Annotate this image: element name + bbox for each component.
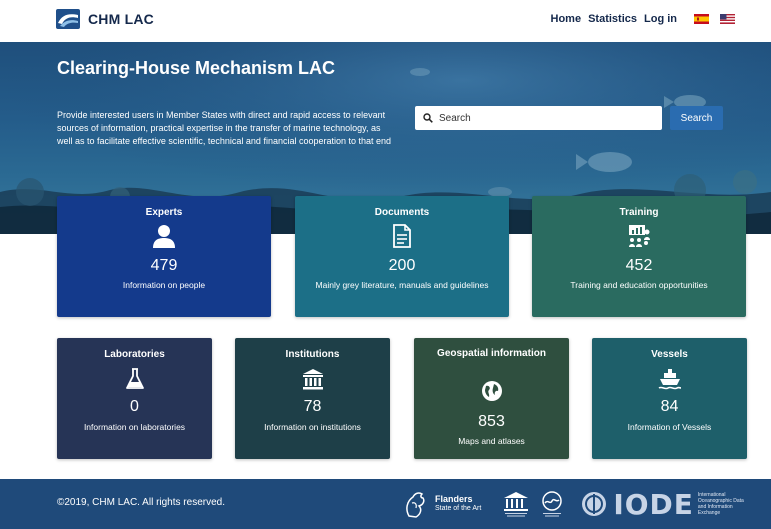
card-description: Training and education opportunities — [570, 280, 708, 290]
training-icon — [629, 225, 650, 247]
training-card[interactable]: Training 452 Training and education oppo… — [532, 196, 746, 317]
iode-logo[interactable]: IODE International Oceanographic Data an… — [579, 488, 750, 521]
brand-name: CHM LAC — [88, 11, 154, 27]
card-description: Mainly grey literature, manuals and guid… — [315, 280, 489, 290]
us-flag-icon[interactable] — [720, 14, 735, 24]
hero-description: Provide interested users in Member State… — [57, 110, 392, 146]
card-count: 84 — [660, 398, 679, 415]
card-title: Training — [619, 207, 659, 218]
documents-card[interactable]: Documents 200 Mainly grey literature, ma… — [295, 196, 509, 317]
card-count: 0 — [130, 398, 139, 415]
nav-home-link[interactable]: Home — [551, 13, 582, 25]
page-footer: ©2019, CHM LAC. All rights reserved. Fla… — [0, 479, 771, 529]
nav-statistics-link[interactable]: Statistics — [588, 13, 637, 25]
card-count: 479 — [150, 257, 178, 274]
institution-icon — [302, 369, 323, 390]
flanders-lion-logo-icon[interactable] — [403, 489, 429, 519]
card-title: Vessels — [651, 349, 688, 360]
copyright-text: ©2019, CHM LAC. All rights reserved. — [57, 497, 225, 508]
experts-card[interactable]: Experts 479 Information on people — [57, 196, 271, 317]
nav-login-link[interactable]: Log in — [644, 13, 677, 25]
search-input[interactable] — [439, 112, 649, 124]
main-nav: Home Statistics Log in — [551, 13, 735, 25]
card-description: Information on laboratories — [83, 422, 186, 432]
card-count: 452 — [625, 257, 653, 274]
unesco-logo-icon[interactable] — [501, 489, 531, 519]
globe-icon — [481, 381, 502, 401]
iode-wordmark: IODE — [613, 487, 694, 521]
card-count: 78 — [303, 398, 322, 415]
card-count: 200 — [388, 257, 416, 274]
card-title: Documents — [374, 207, 430, 218]
person-icon — [153, 225, 175, 248]
spain-flag-icon[interactable] — [694, 14, 709, 24]
chm-logo-icon — [56, 9, 80, 29]
hero-title: Clearing-House Mechanism LAC — [57, 58, 336, 78]
institutions-card[interactable]: Institutions 78 Information on instituti… — [235, 338, 390, 459]
ioc-logo-icon[interactable] — [537, 489, 567, 519]
top-navbar: CHM LAC Home Statistics Log in — [0, 0, 771, 42]
card-title: Geospatial information — [437, 348, 546, 359]
iode-caption: International Oceanographic Data and Inf… — [697, 492, 744, 516]
card-description: Maps and atlases — [458, 436, 525, 446]
card-description: Information on people — [122, 280, 206, 290]
card-title: Institutions — [285, 349, 340, 360]
search-box — [415, 106, 662, 130]
partner-logos: Flanders State of the Art IODE Internati… — [403, 484, 750, 524]
card-description: Information on institutions — [264, 422, 361, 432]
brand-link[interactable]: CHM LAC — [56, 9, 154, 29]
search-bar: Search — [415, 106, 725, 130]
flanders-logo-text: Flanders State of the Art — [435, 494, 481, 514]
card-description: Information of Vessels — [627, 422, 712, 432]
flask-icon — [125, 368, 144, 389]
vessels-card[interactable]: Vessels 84 Information of Vessels — [592, 338, 747, 459]
search-icon — [423, 113, 433, 123]
iode-emblem-icon — [582, 492, 607, 516]
flanders-tagline: State of the Art — [435, 505, 482, 512]
card-count: 853 — [478, 413, 505, 430]
laboratories-card[interactable]: Laboratories 0 Information on laboratori… — [57, 338, 212, 459]
document-icon — [393, 224, 411, 248]
ship-icon — [658, 369, 681, 390]
search-button[interactable]: Search — [670, 106, 723, 130]
flanders-name: Flanders — [435, 494, 473, 504]
card-title: Laboratories — [104, 349, 165, 360]
geospatial-card[interactable]: Geospatial information 853 Maps and atla… — [414, 338, 569, 459]
card-title: Experts — [145, 207, 183, 218]
